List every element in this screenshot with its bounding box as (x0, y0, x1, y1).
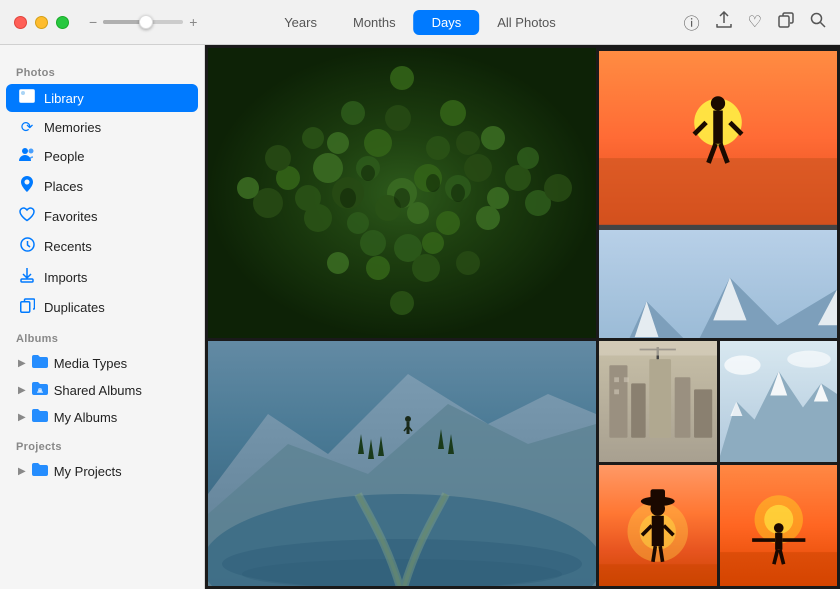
places-icon (18, 176, 36, 196)
sidebar-label-recents: Recents (44, 239, 92, 254)
duplicates-icon (18, 298, 36, 317)
chevron-right-icon-3: ▶ (18, 412, 26, 423)
photo-portrait-area: ••• (599, 48, 837, 338)
section-label-projects: Projects (0, 431, 204, 457)
photo-small-row (599, 51, 837, 338)
sidebar-label-media-types: Media Types (54, 356, 127, 371)
section-label-photos: Photos (0, 57, 204, 83)
sidebar-item-favorites[interactable]: Favorites (6, 202, 198, 231)
favorite-icon[interactable]: ♡ (748, 12, 762, 32)
sidebar-label-favorites: Favorites (44, 209, 97, 224)
shared-albums-folder-icon (32, 382, 48, 398)
zoom-thumb[interactable] (139, 15, 153, 29)
memories-icon: ⟳ (18, 118, 36, 136)
close-button[interactable] (14, 16, 27, 29)
sidebar-label-my-albums: My Albums (54, 410, 118, 425)
sidebar-label-duplicates: Duplicates (44, 300, 105, 315)
sidebar-label-library: Library (44, 91, 84, 106)
photo-bottom-right-grid (599, 341, 837, 586)
sidebar-item-people[interactable]: People (6, 142, 198, 170)
sidebar-item-my-albums[interactable]: ▶ My Albums (6, 404, 198, 430)
sidebar-item-library[interactable]: Library (6, 84, 198, 112)
tab-years[interactable]: Years (266, 10, 335, 35)
people-icon (18, 147, 36, 165)
sidebar-item-media-types[interactable]: ▶ Media Types (6, 350, 198, 376)
section-label-albums: Albums (0, 323, 204, 349)
info-icon[interactable]: ⓘ (684, 10, 700, 34)
search-icon[interactable] (810, 12, 826, 33)
photo-city[interactable] (599, 341, 717, 462)
sidebar-label-shared-albums: Shared Albums (54, 383, 142, 398)
zoom-in-button[interactable]: + (189, 14, 197, 30)
fullscreen-button[interactable] (56, 16, 69, 29)
zoom-fill (103, 20, 143, 24)
photo-spread-arms-sunset[interactable] (720, 465, 838, 586)
recents-icon (18, 237, 36, 256)
sidebar-item-memories[interactable]: ⟳ Memories (6, 113, 198, 141)
favorites-icon (18, 207, 36, 226)
sidebar-item-duplicates[interactable]: Duplicates (6, 293, 198, 322)
chevron-right-icon-2: ▶ (18, 385, 26, 396)
photo-forest[interactable] (208, 48, 596, 338)
chevron-right-icon: ▶ (18, 358, 26, 369)
titlebar: − + Years Months Days All Photos ⓘ ♡ (0, 0, 840, 45)
sidebar-item-recents[interactable]: Recents (6, 232, 198, 261)
tab-days[interactable]: Days (414, 10, 480, 35)
share-icon[interactable] (716, 11, 732, 34)
my-projects-folder-icon (32, 463, 48, 479)
my-albums-folder-icon (32, 409, 48, 425)
photo-grid: ••• (205, 45, 840, 589)
tab-months[interactable]: Months (335, 10, 414, 35)
zoom-track[interactable] (103, 20, 183, 24)
sidebar: Photos Library ⟳ Memories (0, 45, 205, 589)
zoom-slider-area: − + (89, 14, 197, 30)
nav-tabs: Years Months Days All Photos (266, 10, 574, 35)
chevron-right-icon-4: ▶ (18, 466, 26, 477)
photo-snow-peaks[interactable] (720, 341, 838, 462)
traffic-lights (0, 16, 69, 29)
sidebar-item-imports[interactable]: Imports (6, 262, 198, 292)
photo-silhouette-hat[interactable] (599, 465, 717, 586)
imports-icon (18, 267, 36, 287)
sidebar-label-people: People (44, 149, 84, 164)
sidebar-label-my-projects: My Projects (54, 464, 122, 479)
duplicate-icon[interactable] (778, 12, 794, 33)
sidebar-item-places[interactable]: Places (6, 171, 198, 201)
photo-mountains-lake[interactable] (208, 341, 596, 586)
photo-mountains-snow[interactable] (599, 230, 837, 338)
minimize-button[interactable] (35, 16, 48, 29)
photo-sunset-silhouette[interactable] (599, 51, 837, 230)
tab-all-photos[interactable]: All Photos (479, 10, 574, 35)
sidebar-item-my-projects[interactable]: ▶ My Projects (6, 458, 198, 484)
zoom-out-button[interactable]: − (89, 14, 97, 30)
sidebar-label-places: Places (44, 179, 83, 194)
sidebar-item-shared-albums[interactable]: ▶ Shared Albums (6, 377, 198, 403)
media-types-folder-icon (32, 355, 48, 371)
sidebar-label-imports: Imports (44, 270, 87, 285)
toolbar-icons: ⓘ ♡ (684, 10, 826, 34)
library-icon (18, 89, 36, 107)
sidebar-label-memories: Memories (44, 120, 101, 135)
main-area: Photos Library ⟳ Memories (0, 45, 840, 589)
